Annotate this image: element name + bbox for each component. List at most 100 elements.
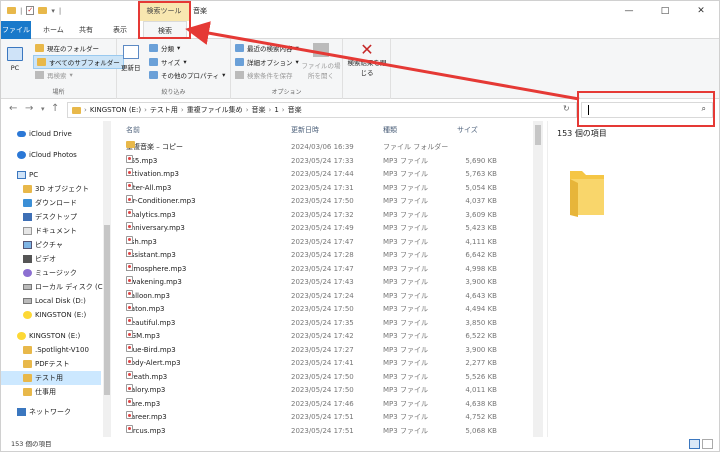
tab-file[interactable]: ファイル bbox=[1, 21, 31, 39]
nav-item[interactable]: ドキュメント bbox=[1, 224, 101, 238]
nav-item[interactable]: ダウンロード bbox=[1, 196, 101, 210]
nav-item[interactable]: KINGSTON (E:) bbox=[1, 329, 101, 343]
table-row[interactable]: Baton.mp3 2023/05/24 17:50 MP3 ファイル 4,494 K… bbox=[121, 303, 547, 317]
kind-button[interactable]: 分類 ▾ bbox=[149, 43, 180, 53]
nav-item[interactable]: ミュージック bbox=[1, 266, 101, 280]
table-row[interactable]: Atmosphere.mp3 2023/05/24 17:47 MP3 ファイル 4,… bbox=[121, 262, 547, 277]
column-header-type[interactable]: 種類 bbox=[383, 121, 397, 139]
nav-item[interactable]: ピクチャ bbox=[1, 238, 101, 252]
view-toggle bbox=[689, 439, 713, 449]
nav-item-selected[interactable]: テスト用 bbox=[1, 371, 101, 385]
nav-item[interactable]: iCloud Photos bbox=[1, 148, 101, 162]
table-row[interactable]: BGM.mp3 2023/05/24 17:42 MP3 ファイル 6,522 KB bbox=[121, 330, 547, 344]
search-again-button[interactable]: 再検索 ▾ bbox=[35, 70, 73, 80]
calendar-icon bbox=[122, 45, 139, 59]
save-search-button[interactable]: 検索条件を保存 bbox=[235, 70, 293, 80]
table-row[interactable]: Care.mp3 2023/05/24 17:46 MP3 ファイル 4,638 KB bbox=[121, 397, 547, 412]
table-row[interactable]: Breath.mp3 2023/05/24 17:50 MP3 ファイル 5,526 … bbox=[121, 370, 547, 385]
breadcrumb-item[interactable]: 1 bbox=[274, 106, 278, 114]
forward-arrow-icon[interactable]: → bbox=[25, 103, 33, 114]
table-row[interactable]: Anniversary.mp3 2023/05/24 17:49 MP3 ファイル 5… bbox=[121, 222, 547, 236]
breadcrumb-item[interactable]: 重複ファイル集め bbox=[187, 105, 243, 115]
nav-item[interactable]: 仕事用 bbox=[1, 385, 101, 399]
nav-item[interactable]: PDFテスト bbox=[1, 357, 101, 371]
column-header-date[interactable]: 更新日時 bbox=[291, 121, 319, 139]
maximize-button[interactable]: □ bbox=[647, 1, 683, 21]
breadcrumb-item[interactable]: KINGSTON (E:) bbox=[90, 106, 141, 114]
chevron-down-icon: ▾ bbox=[177, 44, 181, 52]
address-bar[interactable]: › KINGSTON (E:) › テスト用 › 重複ファイル集め › 音楽 ›… bbox=[67, 102, 577, 118]
table-row[interactable]: 365.mp3 2023/05/24 17:33 MP3 ファイル 5,690 KB bbox=[121, 154, 547, 169]
tab-share[interactable]: 共有 bbox=[73, 21, 99, 39]
tab-home[interactable]: ホーム bbox=[37, 21, 70, 39]
table-row[interactable]: Air-Conditioner.mp3 2023/05/24 17:50 MP3 フ… bbox=[121, 195, 547, 209]
nav-item[interactable]: ビデオ bbox=[1, 252, 101, 266]
new-folder-icon[interactable] bbox=[38, 7, 48, 14]
table-row[interactable]: Body-Alert.mp3 2023/05/24 17:41 MP3 ファイル 2,… bbox=[121, 357, 547, 371]
size-button[interactable]: サイズ ▾ bbox=[149, 57, 187, 67]
file-name: Anniversary.mp3 bbox=[126, 224, 185, 232]
table-row[interactable]: 重複音楽 – コピー 2024/03/06 16:39 ファイル フォルダー bbox=[121, 141, 547, 155]
table-row[interactable]: Balloon.mp3 2023/05/24 17:24 MP3 ファイル 4,643… bbox=[121, 289, 547, 304]
breadcrumb-item[interactable]: テスト用 bbox=[150, 105, 178, 115]
breadcrumb-item[interactable]: 音楽 bbox=[252, 105, 266, 115]
nav-item[interactable]: Local Disk (D:) bbox=[1, 294, 101, 308]
refresh-icon[interactable]: ↻ bbox=[563, 104, 570, 113]
up-arrow-icon[interactable]: ↑ bbox=[51, 103, 59, 114]
column-header-name[interactable]: 名前 bbox=[126, 121, 140, 139]
file-list-scrollbar[interactable] bbox=[533, 121, 543, 437]
table-row[interactable]: Beautiful.mp3 2023/05/24 17:35 MP3 ファイル 3,8… bbox=[121, 316, 547, 331]
properties-icon[interactable]: ✓ bbox=[26, 6, 35, 15]
file-date: 2023/05/24 17:50 bbox=[291, 386, 354, 394]
close-button[interactable]: ✕ bbox=[683, 1, 719, 21]
all-subfolders-button[interactable]: すべてのサブフォルダー bbox=[33, 55, 124, 69]
folder-icon bbox=[23, 360, 32, 368]
file-list-scrollbar-thumb[interactable] bbox=[535, 125, 541, 145]
photos-icon bbox=[17, 151, 26, 159]
other-properties-button[interactable]: その他のプロパティ ▾ bbox=[149, 70, 225, 80]
recent-locations-chevron-icon[interactable]: ▾ bbox=[41, 105, 45, 113]
nav-scrollbar[interactable] bbox=[103, 121, 111, 437]
minimize-button[interactable]: — bbox=[611, 1, 647, 21]
large-icons-view-icon[interactable] bbox=[702, 439, 713, 449]
table-row[interactable]: Blue-Bird.mp3 2023/05/24 17:27 MP3 ファイル 3,9… bbox=[121, 343, 547, 358]
column-header-size[interactable]: サイズ bbox=[457, 121, 478, 139]
table-row[interactable]: Calory.mp3 2023/05/24 17:50 MP3 ファイル 4,011 … bbox=[121, 384, 547, 398]
table-row[interactable]: Awakening.mp3 2023/05/24 17:43 MP3 ファイル 3,9… bbox=[121, 276, 547, 290]
nav-item[interactable]: ローカル ディスク (C:) bbox=[1, 280, 108, 294]
recent-searches-button[interactable]: 最近の検索内容 ▾ bbox=[235, 43, 299, 53]
nav-scrollbar-thumb[interactable] bbox=[104, 225, 110, 395]
nav-item[interactable]: ネットワーク bbox=[1, 405, 101, 419]
mp3-file-icon bbox=[126, 208, 133, 217]
open-file-location-button[interactable]: ファイルの場所を開く bbox=[301, 43, 341, 80]
current-folder-button[interactable]: 現在のフォルダー bbox=[35, 43, 99, 53]
folder-icon bbox=[23, 346, 32, 354]
table-row[interactable]: Ash.mp3 2023/05/24 17:47 MP3 ファイル 4,111 KB bbox=[121, 235, 547, 250]
date-modified-button[interactable]: 更新日 bbox=[121, 45, 141, 72]
customize-chevron-icon[interactable]: ▾ bbox=[51, 7, 55, 15]
table-row[interactable]: After-All.mp3 2023/05/24 17:31 MP3 ファイル 5,0… bbox=[121, 181, 547, 196]
nav-item[interactable]: デスクトップ bbox=[1, 210, 101, 224]
ribbon-tabs: ファイル ホーム 共有 表示 検索 bbox=[1, 21, 719, 39]
advanced-options-button[interactable]: 詳細オプション ▾ bbox=[235, 57, 299, 67]
back-arrow-icon[interactable]: ← bbox=[9, 103, 17, 114]
nav-item[interactable]: .Spotlight-V100 bbox=[1, 343, 101, 357]
file-date: 2023/05/24 17:46 bbox=[291, 399, 354, 408]
cloud-icon bbox=[17, 131, 26, 137]
breadcrumb-item[interactable]: 音楽 bbox=[288, 105, 302, 115]
details-view-icon[interactable] bbox=[689, 439, 700, 449]
tab-view[interactable]: 表示 bbox=[107, 21, 133, 39]
nav-item[interactable]: KINGSTON (E:) bbox=[1, 308, 101, 322]
table-row[interactable]: Assistant.mp3 2023/05/24 17:28 MP3 ファイル 6,6… bbox=[121, 249, 547, 263]
file-size: 4,494 KB bbox=[465, 305, 497, 313]
pc-button[interactable]: PC bbox=[7, 47, 23, 72]
nav-item[interactable]: iCloud Drive bbox=[1, 127, 101, 141]
table-row[interactable]: Analytics.mp3 2023/05/24 17:32 MP3 ファイル 3,6… bbox=[121, 208, 547, 223]
file-name-cell: Breath.mp3 bbox=[126, 370, 167, 385]
table-row[interactable]: Career.mp3 2023/05/24 17:51 MP3 ファイル 4,752 … bbox=[121, 411, 547, 425]
close-search-button[interactable]: ✕ 検索結果を閉じる bbox=[347, 42, 387, 78]
nav-item[interactable]: PC bbox=[1, 168, 101, 182]
table-row[interactable]: Activation.mp3 2023/05/24 17:44 MP3 ファイル 5,… bbox=[121, 168, 547, 182]
table-row[interactable]: Circus.mp3 2023/05/24 17:51 MP3 ファイル 5,068 … bbox=[121, 424, 547, 438]
nav-item[interactable]: 3D オブジェクト bbox=[1, 182, 101, 196]
